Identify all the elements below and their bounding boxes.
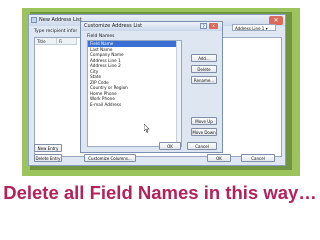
close-icon[interactable]: x: [209, 23, 218, 29]
list-item[interactable]: E-mail Address: [88, 102, 181, 108]
delete-button[interactable]: Delete: [191, 65, 217, 73]
customize-address-list-dialog: Customize Address List ? x Field Names F…: [80, 21, 223, 153]
instructions-text: Type recipient infor: [34, 29, 78, 34]
help-icon[interactable]: ?: [200, 23, 207, 29]
slide-caption: Delete all Field Names in this way…: [3, 182, 317, 203]
column-header-first[interactable]: Fi: [57, 38, 77, 45]
address-line-dropdown[interactable]: Address Line 1 ▾: [232, 24, 276, 31]
delete-entry-button[interactable]: Delete Entry: [34, 154, 62, 162]
ok-button[interactable]: OK: [159, 142, 181, 150]
new-entry-button[interactable]: New Entry: [34, 144, 62, 152]
back-cancel-button[interactable]: Cancel: [241, 154, 275, 162]
rename-button[interactable]: Rename...: [191, 76, 217, 84]
cancel-button[interactable]: Cancel: [187, 142, 217, 150]
customize-columns-button[interactable]: Customize Columns...: [84, 154, 136, 162]
field-names-list[interactable]: Field Name Last Name Company Name Addres…: [87, 40, 182, 147]
mouse-cursor-icon: [144, 124, 150, 133]
window-icon: [31, 17, 37, 23]
move-down-button[interactable]: Move Down: [191, 128, 217, 136]
address-line-dropdown-value: Address Line 1: [235, 26, 265, 31]
field-names-label: Field Names: [87, 34, 115, 39]
add-button[interactable]: Add...: [191, 54, 217, 62]
list-scrollbar[interactable]: [176, 41, 181, 146]
back-ok-button[interactable]: OK: [207, 154, 231, 162]
move-up-button[interactable]: Move Up: [191, 117, 217, 125]
column-header-title[interactable]: Title: [35, 38, 57, 45]
